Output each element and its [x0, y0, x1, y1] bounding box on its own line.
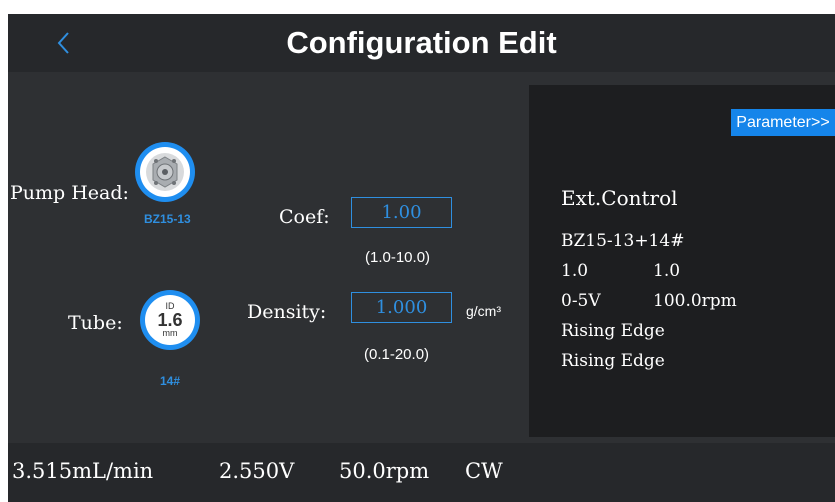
- pump-head-selector[interactable]: [135, 142, 195, 202]
- page-title: Configuration Edit: [286, 25, 557, 60]
- header-bar: Configuration Edit: [8, 14, 835, 72]
- pump-head-model: BZ15-13: [144, 212, 191, 226]
- density-summary: 1.0: [653, 261, 681, 281]
- direction-indicator: CW: [465, 459, 503, 483]
- density-label: Density:: [247, 301, 327, 323]
- screen: Configuration Edit Pump Head: BZ15-13 Tu: [8, 14, 835, 502]
- coef-input[interactable]: 1.00: [351, 197, 452, 228]
- tube-unit: mm: [162, 328, 178, 338]
- density-range: (0.1-20.0): [364, 346, 430, 363]
- status-bar: 3.515mL/min 2.550V 50.0rpm CW: [8, 443, 835, 502]
- config-summary: BZ15-13+14#: [561, 231, 685, 251]
- tube-number: 14#: [160, 374, 181, 388]
- summary-panel: Parameter>> Ext.Control BZ15-13+14# 1.0 …: [529, 85, 835, 437]
- voltage-range-summary: 0-5V: [561, 291, 601, 311]
- pump-head-icon: [146, 153, 184, 191]
- density-input[interactable]: 1.000: [351, 292, 452, 323]
- tube-selector[interactable]: ID 1.6 mm: [140, 290, 200, 350]
- density-unit: g/cm³: [466, 303, 501, 319]
- pump-head-label: Pump Head:: [10, 182, 129, 204]
- tube-badge: ID 1.6 mm: [145, 295, 195, 345]
- parameter-button[interactable]: Parameter>>: [731, 109, 835, 136]
- speed-summary: 100.0rpm: [653, 291, 737, 311]
- pump-head-image: [140, 147, 190, 197]
- coef-label: Coef:: [279, 206, 330, 228]
- flow-rate: 3.515mL/min: [12, 459, 154, 483]
- ext-control-title: Ext.Control: [561, 186, 678, 210]
- speed-reading: 50.0rpm: [339, 459, 430, 483]
- tube-label: Tube:: [68, 312, 123, 334]
- coef-summary: 1.0: [561, 261, 589, 281]
- config-panel: Pump Head: BZ15-13 Tube: ID 1.6 mm 14# C…: [8, 85, 529, 443]
- edge2-summary: Rising Edge: [561, 351, 665, 371]
- edge1-summary: Rising Edge: [561, 321, 665, 341]
- tube-size: 1.6: [157, 310, 183, 330]
- voltage-reading: 2.550V: [219, 459, 295, 483]
- coef-range: (1.0-10.0): [365, 249, 431, 266]
